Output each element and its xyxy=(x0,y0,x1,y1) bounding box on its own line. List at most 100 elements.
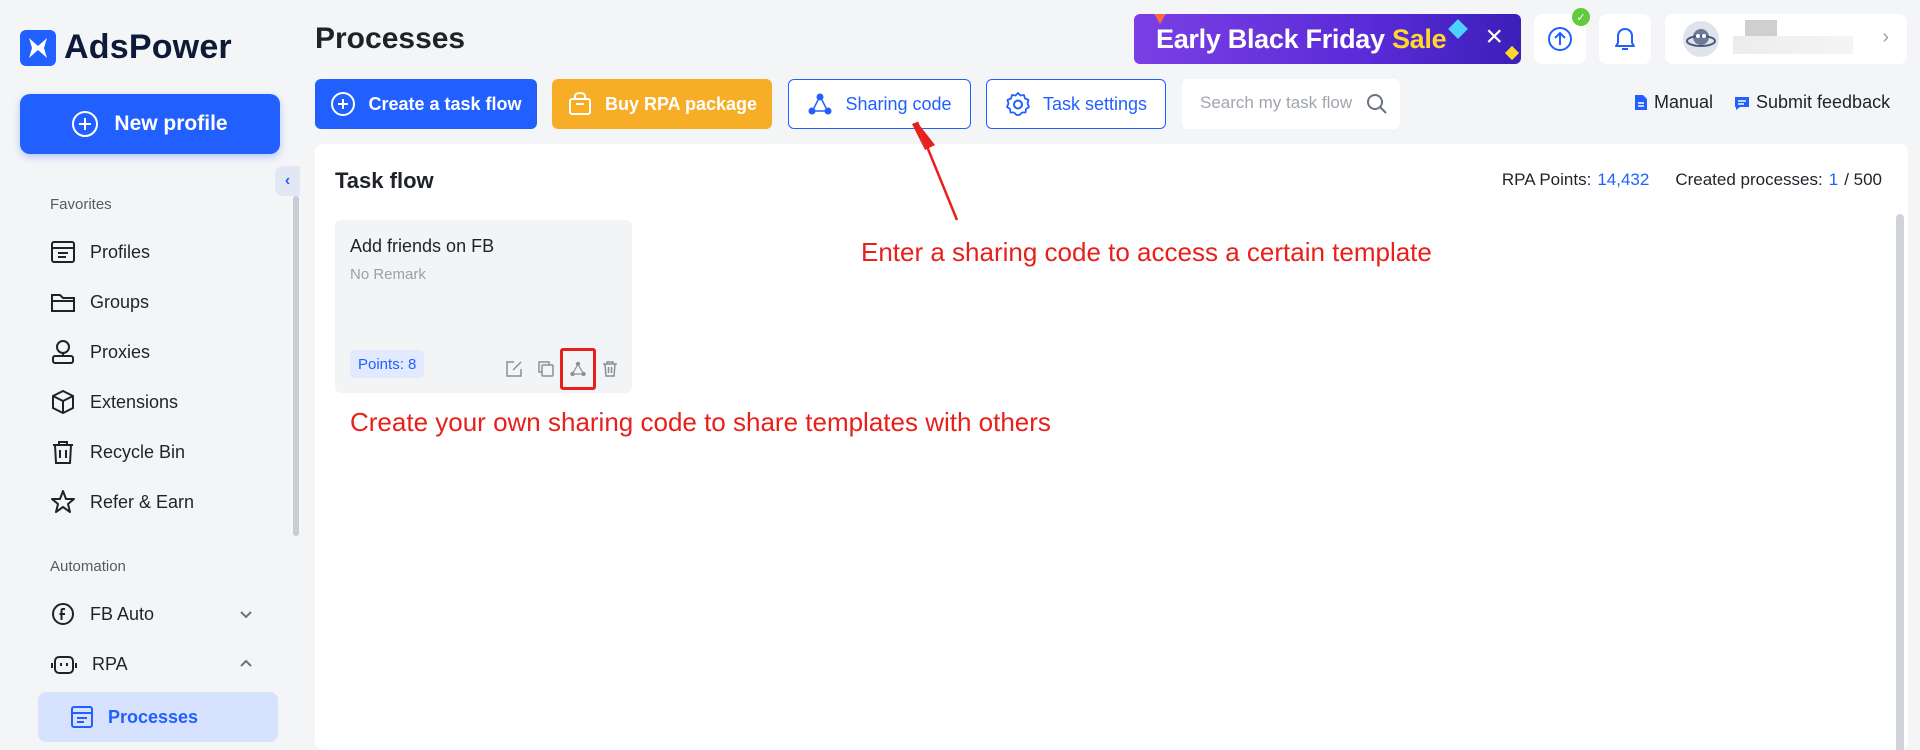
copy-button[interactable] xyxy=(530,353,562,385)
card-remark: No Remark xyxy=(350,266,426,283)
sidebar-item-label: RPA xyxy=(92,653,128,674)
sidebar-item-label: FB Auto xyxy=(90,603,155,624)
submit-feedback-link[interactable]: Submit feedback xyxy=(1734,92,1890,113)
folder-icon xyxy=(51,294,75,312)
sidebar-item-groups[interactable]: Groups xyxy=(50,285,280,319)
edit-icon xyxy=(506,361,522,377)
promo-banner[interactable]: Early Black Friday Sale × xyxy=(1134,14,1521,64)
created-processes-label: Created processes: xyxy=(1675,170,1823,189)
sidebar-item-label: Profiles xyxy=(90,241,151,262)
sidebar-item-processes[interactable]: Processes xyxy=(38,692,278,742)
sidebar-item-recycle-bin[interactable]: Recycle Bin xyxy=(50,435,280,469)
shopping-bag-icon xyxy=(568,91,591,115)
card-actions xyxy=(498,348,626,390)
create-task-flow-label: Create a task flow xyxy=(368,93,522,114)
buy-rpa-package-label: Buy RPA package xyxy=(604,93,758,114)
submit-feedback-label: Submit feedback xyxy=(1756,92,1891,112)
confetti-decoration xyxy=(1504,45,1520,61)
create-task-flow-button[interactable]: Create a task flow xyxy=(315,79,537,129)
app-name: AdsPower xyxy=(64,28,232,66)
automation-section-label: Automation xyxy=(50,558,126,575)
sidebar-item-label: Refer & Earn xyxy=(90,491,195,512)
collapse-sidebar-button[interactable]: ‹ xyxy=(275,166,300,196)
robot-icon xyxy=(51,656,77,674)
delete-button[interactable] xyxy=(594,353,626,385)
share-nodes-icon xyxy=(570,361,586,377)
email-redacted xyxy=(1733,36,1853,54)
adspower-logo-icon xyxy=(20,29,56,66)
new-profile-button[interactable]: New profile xyxy=(20,94,280,154)
share-button[interactable] xyxy=(560,348,596,390)
bell-icon xyxy=(1615,28,1635,50)
confetti-decoration xyxy=(1448,19,1468,39)
sidebar-item-fb-auto[interactable]: FB Auto xyxy=(50,597,280,631)
chevron-right-icon: › xyxy=(1882,26,1889,48)
sidebar-item-profiles[interactable]: Profiles xyxy=(50,235,280,269)
chevron-down-icon xyxy=(240,611,252,619)
username-redacted xyxy=(1745,20,1777,36)
update-icon xyxy=(1548,27,1572,51)
proxies-icon xyxy=(52,340,74,364)
task-settings-button[interactable]: Task settings xyxy=(986,79,1166,129)
copy-icon xyxy=(538,361,554,377)
star-icon xyxy=(51,490,75,513)
share-nodes-icon xyxy=(808,93,832,115)
manual-label: Manual xyxy=(1654,92,1714,112)
buy-rpa-package-button[interactable]: Buy RPA package xyxy=(552,79,772,129)
annotation-create-code: Create your own sharing code to share te… xyxy=(350,407,1051,437)
task-flow-card[interactable]: Add friends on FB No Remark Points: 8 xyxy=(335,220,632,393)
task-settings-label: Task settings xyxy=(1042,93,1148,114)
update-badge: ✓ xyxy=(1572,8,1590,26)
sidebar-scrollbar[interactable] xyxy=(293,196,299,536)
update-button[interactable]: ✓ xyxy=(1534,8,1590,64)
rpa-points-label: RPA Points: xyxy=(1501,170,1592,189)
document-icon xyxy=(1635,95,1647,110)
search-input[interactable] xyxy=(1200,93,1370,113)
confetti-decoration xyxy=(1152,14,1168,24)
sidebar-item-extensions[interactable]: Extensions xyxy=(50,385,280,419)
trash-icon xyxy=(53,441,73,464)
avatar xyxy=(1683,21,1719,57)
points-badge: Points: 8 xyxy=(350,350,425,378)
card-title: Add friends on FB xyxy=(350,236,495,256)
processes-icon xyxy=(71,706,93,728)
gear-icon xyxy=(1006,92,1030,116)
sidebar-item-refer-earn[interactable]: Refer & Earn xyxy=(50,485,280,519)
sharing-code-label: Sharing code xyxy=(845,93,952,114)
annotation-sharing-code: Enter a sharing code to access a certain… xyxy=(861,237,1432,267)
manual-link[interactable]: Manual xyxy=(1634,92,1713,113)
facebook-icon xyxy=(52,603,74,625)
feedback-icon xyxy=(1735,96,1749,110)
sidebar-item-label: Processes xyxy=(108,706,199,727)
chevron-up-icon xyxy=(240,659,252,667)
sidebar-item-rpa[interactable]: RPA xyxy=(50,647,280,681)
user-menu[interactable]: › xyxy=(1665,14,1907,64)
close-icon[interactable]: × xyxy=(1485,22,1503,52)
panel-stats: RPA Points: 14,432 Created processes: 1 … xyxy=(1502,170,1882,190)
notifications-button[interactable] xyxy=(1599,14,1651,64)
search-box[interactable] xyxy=(1182,79,1400,129)
sidebar-item-label: Groups xyxy=(90,291,150,312)
panel-scrollbar[interactable] xyxy=(1896,214,1904,750)
created-processes-max: / 500 xyxy=(1844,170,1882,189)
sidebar: AdsPower New profile ‹ Favorites Profile… xyxy=(0,0,300,750)
rpa-points-value: 14,432 xyxy=(1597,170,1650,189)
plus-circle-icon xyxy=(72,111,99,137)
panel-title: Task flow xyxy=(335,168,434,193)
profiles-icon xyxy=(51,241,75,263)
sharing-code-button[interactable]: Sharing code xyxy=(788,79,971,129)
search-icon[interactable] xyxy=(1366,93,1388,115)
trash-icon xyxy=(603,361,617,377)
cube-icon xyxy=(52,389,74,415)
app-logo[interactable]: AdsPower xyxy=(20,28,232,67)
sidebar-item-label: Extensions xyxy=(90,391,179,412)
sidebar-item-label: Proxies xyxy=(90,341,151,362)
sidebar-item-label: Recycle Bin xyxy=(90,441,186,462)
task-flow-panel: Task flow RPA Points: 14,432 Created pro… xyxy=(315,144,1908,750)
sidebar-item-proxies[interactable]: Proxies xyxy=(50,335,280,369)
plus-circle-icon xyxy=(331,92,356,116)
edit-button[interactable] xyxy=(498,353,530,385)
created-processes-value: 1 xyxy=(1828,170,1839,189)
favorites-section-label: Favorites xyxy=(50,196,112,213)
promo-text: Early Black Friday Sale xyxy=(1156,24,1447,54)
